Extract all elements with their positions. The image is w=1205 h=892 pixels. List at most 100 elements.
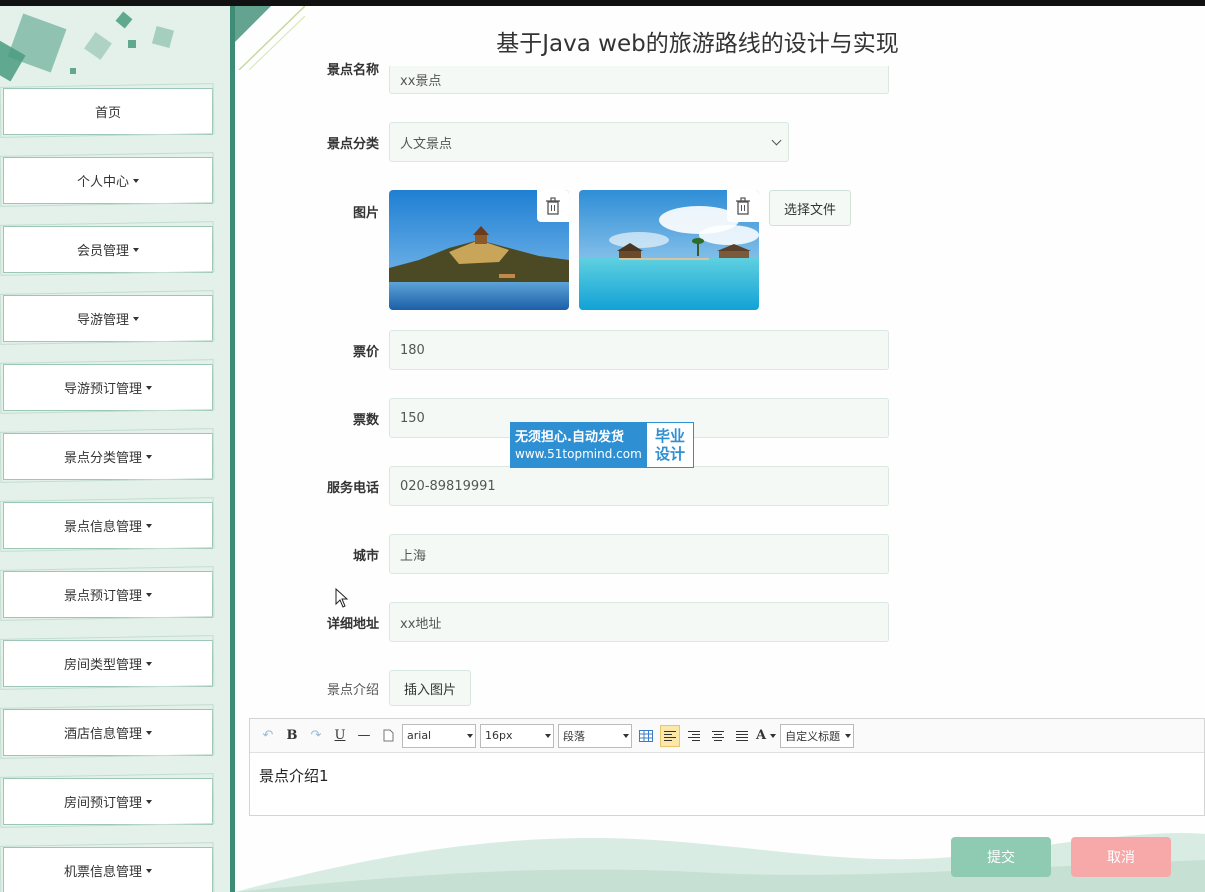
- tickets-label: 票数: [352, 412, 379, 428]
- caret-down-icon: [146, 592, 152, 597]
- align-justify-icon[interactable]: [732, 725, 752, 747]
- watermark-line2: www.51topmind.com: [515, 447, 642, 461]
- font-family-select[interactable]: arial: [402, 723, 476, 748]
- font-size-value: 16px: [485, 729, 513, 742]
- image-label: 图片: [352, 206, 379, 221]
- name-label: 景点名称: [326, 62, 379, 78]
- sidebar-item-spot-booking[interactable]: 景点预订管理: [3, 571, 213, 618]
- city-input[interactable]: 上海: [389, 534, 889, 574]
- sidebar-item-label: 个人中心: [76, 175, 129, 190]
- undo-icon[interactable]: ↶: [258, 725, 278, 747]
- form-row-address: 详细地址 xx地址: [300, 602, 889, 642]
- sidebar-item-label: 景点信息管理: [63, 520, 142, 535]
- price-input[interactable]: 180: [389, 330, 889, 370]
- choose-file-button[interactable]: 选择文件: [769, 190, 851, 226]
- chevron-down-icon: [771, 135, 782, 145]
- address-input[interactable]: xx地址: [389, 602, 889, 642]
- insert-image-button[interactable]: 插入图片: [389, 670, 471, 706]
- sidebar-item-label: 房间预订管理: [63, 796, 142, 811]
- sidebar-item-label: 导游管理: [76, 313, 129, 328]
- sidebar-item-room-types[interactable]: 房间类型管理: [3, 640, 213, 687]
- category-select[interactable]: 人文景点: [389, 122, 789, 162]
- category-label: 景点分类: [326, 136, 379, 152]
- horizontal-rule-icon[interactable]: —: [354, 725, 374, 747]
- caret-down-icon: [146, 799, 152, 804]
- caret-down-icon: [545, 733, 551, 738]
- caret-down-icon: [146, 868, 152, 873]
- document-icon[interactable]: [378, 725, 398, 747]
- underline-icon[interactable]: U: [330, 725, 350, 747]
- redo-icon[interactable]: ↷: [306, 725, 326, 747]
- submit-button[interactable]: 提交: [951, 837, 1051, 877]
- bottom-wave-deco: [235, 832, 1205, 892]
- editor-toolbar: ↶ B ↷ U — arial 16px 段落 A 自定义标题: [250, 719, 1204, 753]
- table-icon[interactable]: [636, 725, 656, 747]
- sidebar-item-spot-info[interactable]: 景点信息管理: [3, 502, 213, 549]
- image-thumbnail-2: [579, 190, 759, 310]
- sidebar-item-room-booking[interactable]: 房间预订管理: [3, 778, 213, 825]
- form-row-name: 景点名称 xx景点: [300, 63, 889, 94]
- delete-image-1-button[interactable]: [537, 190, 569, 222]
- category-value: 人文景点: [400, 136, 453, 152]
- font-color-icon[interactable]: A: [756, 725, 777, 747]
- sidebar-item-label: 导游预订管理: [63, 382, 142, 397]
- delete-image-2-button[interactable]: [727, 190, 759, 222]
- sidebar-item-label: 景点预订管理: [63, 589, 142, 604]
- form-row-category: 景点分类 人文景点: [300, 122, 789, 162]
- sidebar-deco-square: [115, 11, 133, 29]
- caret-down-icon: [623, 733, 629, 738]
- sidebar-item-members[interactable]: 会员管理: [3, 226, 213, 273]
- name-input[interactable]: xx景点: [389, 66, 889, 94]
- custom-title-select[interactable]: 自定义标题: [780, 723, 855, 748]
- caret-down-icon: [133, 178, 139, 183]
- caret-down-icon: [146, 730, 152, 735]
- caret-down-icon: [467, 733, 473, 738]
- align-right-icon[interactable]: [684, 725, 704, 747]
- sidebar-item-personal-center[interactable]: 个人中心: [3, 157, 213, 204]
- name-value: xx景点: [400, 74, 442, 89]
- address-label: 详细地址: [326, 616, 379, 632]
- align-center-icon[interactable]: [708, 725, 728, 747]
- sidebar-item-label: 酒店信息管理: [63, 727, 142, 742]
- sidebar-item-guide-booking[interactable]: 导游预订管理: [3, 364, 213, 411]
- sidebar-deco-square: [70, 68, 76, 74]
- address-value: xx地址: [400, 616, 442, 632]
- caret-down-icon: [133, 316, 139, 321]
- custom-title-value: 自定义标题: [785, 729, 841, 743]
- sidebar-item-label: 首页: [94, 106, 121, 121]
- sidebar-deco-square: [151, 25, 175, 49]
- editor-content[interactable]: 景点介绍1: [250, 753, 1204, 798]
- sidebar-item-label: 会员管理: [76, 244, 129, 259]
- caret-down-icon: [146, 661, 152, 666]
- sidebar-deco-square: [128, 40, 136, 48]
- watermark-left: 无须担心.自动发货 www.51topmind.com: [511, 423, 647, 467]
- image-thumbnail-1: [389, 190, 569, 310]
- sidebar-item-spot-categories[interactable]: 景点分类管理: [3, 433, 213, 480]
- paragraph-select[interactable]: 段落: [558, 723, 632, 748]
- mouse-cursor-icon: [335, 588, 349, 608]
- trash-icon: [736, 197, 750, 215]
- watermark-right-1: 毕业: [654, 427, 685, 445]
- form-row-price: 票价 180: [300, 330, 889, 370]
- phone-input[interactable]: 020-89819991: [389, 466, 889, 506]
- caret-down-icon: [133, 247, 139, 252]
- intro-label: 景点介绍: [326, 682, 379, 698]
- align-left-icon[interactable]: [660, 724, 680, 747]
- sidebar-item-guides[interactable]: 导游管理: [3, 295, 213, 342]
- sidebar-item-flights[interactable]: 机票信息管理: [3, 847, 213, 892]
- caret-down-icon: [770, 733, 777, 738]
- bold-icon[interactable]: B: [282, 725, 302, 747]
- sidebar-item-home[interactable]: 首页: [3, 88, 213, 135]
- sidebar-border: [230, 6, 235, 892]
- sidebar-item-label: 景点分类管理: [63, 451, 142, 466]
- sidebar-item-hotels[interactable]: 酒店信息管理: [3, 709, 213, 756]
- city-value: 上海: [400, 548, 427, 564]
- cancel-button[interactable]: 取消: [1071, 837, 1171, 877]
- watermark-line1: 无须担心.自动发货: [515, 430, 624, 445]
- caret-down-icon: [845, 733, 852, 738]
- trash-icon: [546, 197, 560, 215]
- sidebar-menu: 首页 个人中心 会员管理 导游管理 导游预订管理 景点分类管理 景点信息管理 景…: [0, 88, 230, 892]
- font-size-select[interactable]: 16px: [480, 723, 554, 748]
- city-label: 城市: [352, 548, 379, 564]
- price-value: 180: [400, 342, 425, 358]
